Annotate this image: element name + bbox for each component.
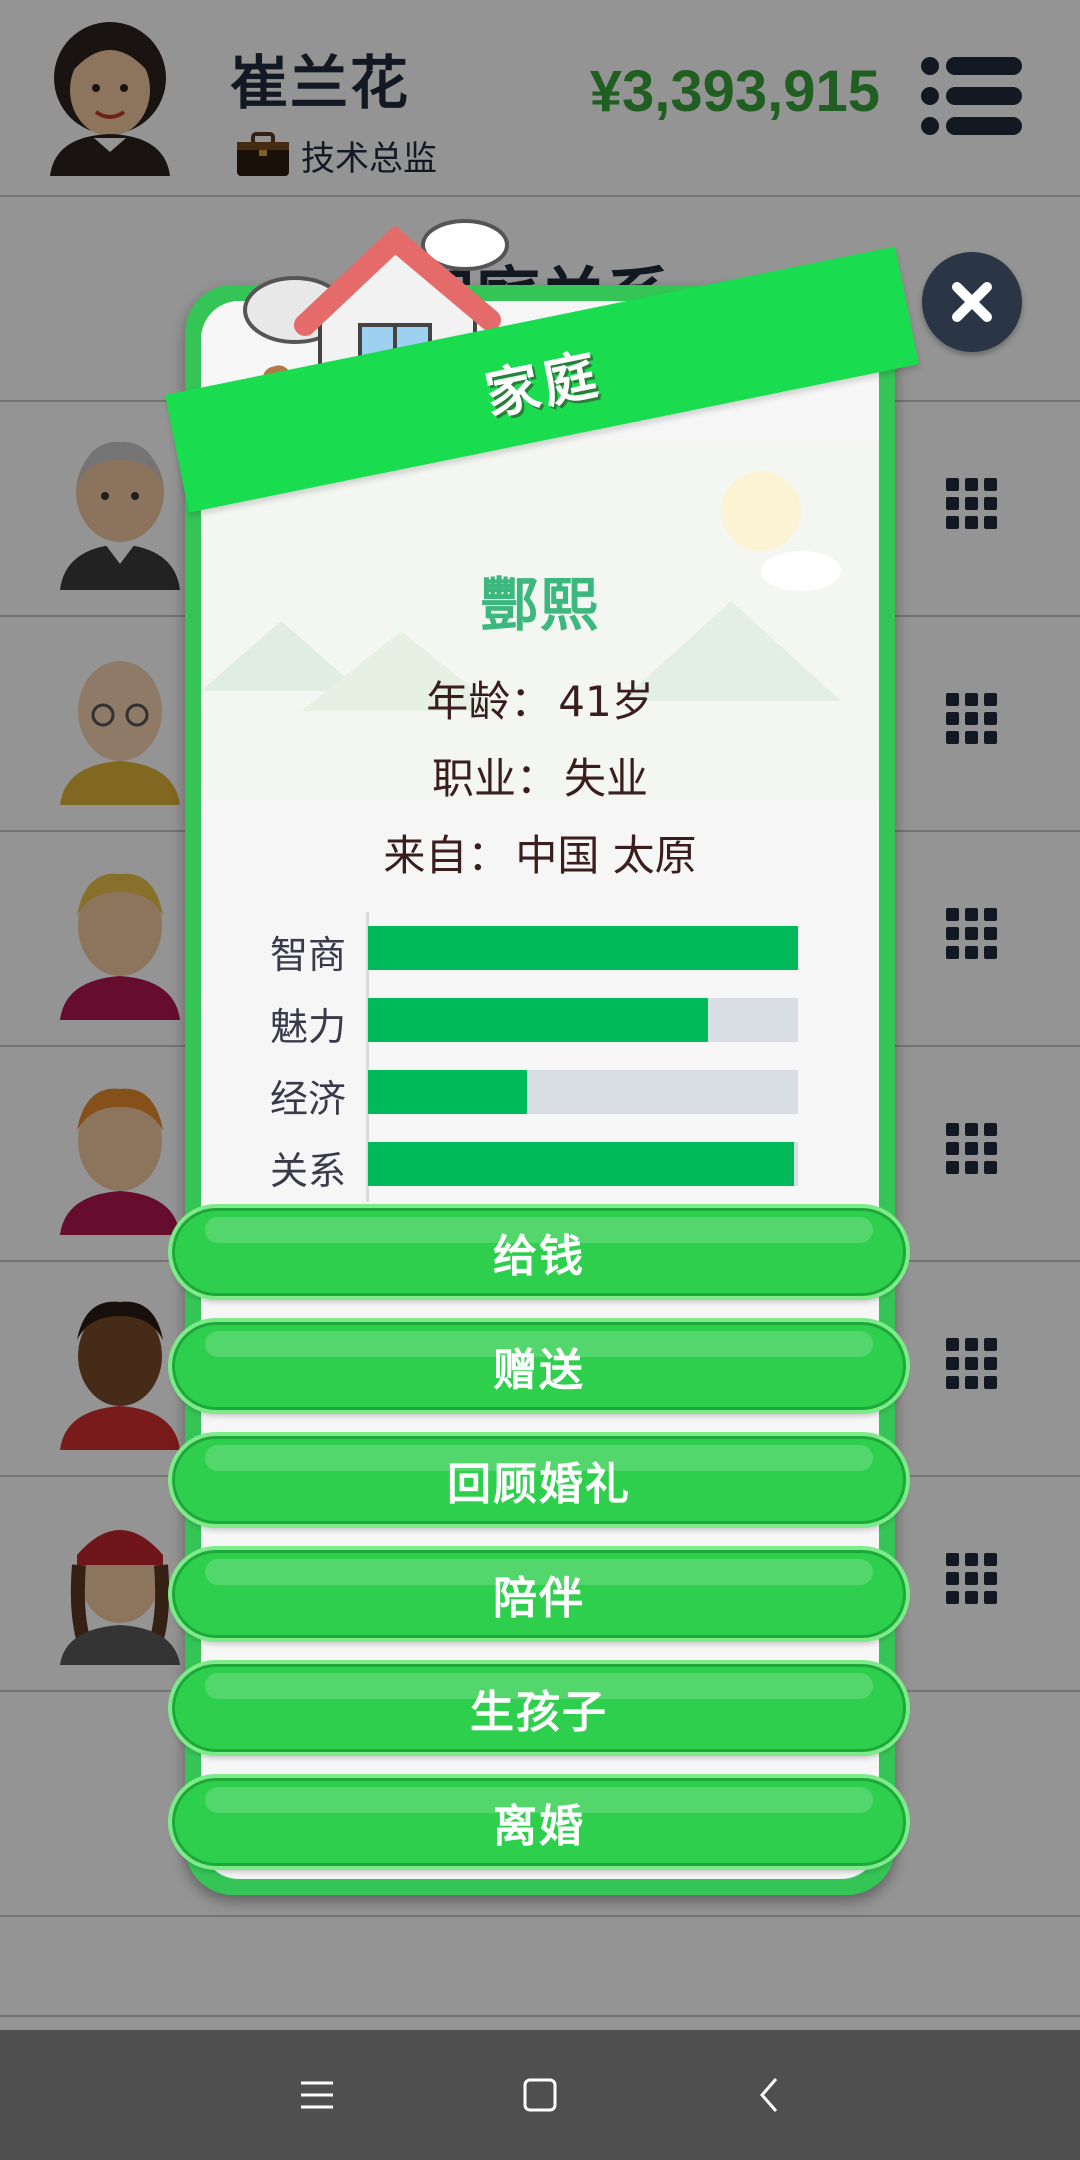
give-money-button[interactable]: 给钱 bbox=[172, 1208, 906, 1296]
stat-row-relationship: 关系 bbox=[270, 1128, 810, 1202]
give-gift-button[interactable]: 赠送 bbox=[172, 1322, 906, 1410]
origin-value: 中国 太原 bbox=[515, 831, 697, 880]
button-label: 回顾婚礼 bbox=[447, 1459, 631, 1510]
age-value: 41岁 bbox=[558, 677, 654, 726]
stat-bar-fill bbox=[368, 1142, 794, 1186]
button-label: 生孩子 bbox=[470, 1687, 608, 1738]
button-label: 离婚 bbox=[493, 1801, 585, 1852]
stat-row-charm: 魅力 bbox=[270, 984, 810, 1058]
stat-bar-fill bbox=[368, 1070, 528, 1114]
divorce-button[interactable]: 离婚 bbox=[172, 1778, 906, 1866]
have-child-button[interactable]: 生孩子 bbox=[172, 1664, 906, 1752]
stat-bar-track bbox=[368, 926, 798, 970]
nav-menu-button[interactable] bbox=[282, 2060, 352, 2130]
stat-bar-track bbox=[368, 1142, 798, 1186]
screen: 崔兰花 技术总监 ¥3,393,915 家庭关系 bbox=[0, 0, 1080, 2160]
person-name: 酆熙 bbox=[479, 571, 600, 639]
stat-label: 魅力 bbox=[270, 1005, 347, 1049]
close-button[interactable] bbox=[922, 252, 1022, 352]
stat-label: 智商 bbox=[270, 933, 347, 977]
nav-back-button[interactable] bbox=[734, 2060, 804, 2130]
job-value: 失业 bbox=[564, 754, 649, 803]
button-label: 给钱 bbox=[493, 1231, 585, 1282]
button-label: 赠送 bbox=[493, 1345, 585, 1396]
home-square-icon bbox=[523, 2078, 557, 2112]
origin-label: 来自： bbox=[383, 831, 510, 880]
stat-row-iq: 智商 bbox=[270, 912, 810, 986]
stat-row-economy: 经济 bbox=[270, 1056, 810, 1130]
job-line: 职业： 失业 bbox=[185, 745, 895, 806]
origin-line: 来自： 中国 太原 bbox=[185, 822, 895, 883]
close-icon bbox=[952, 282, 992, 322]
stat-bar-fill bbox=[368, 998, 708, 1042]
back-chevron-icon bbox=[760, 2078, 778, 2112]
button-label: 陪伴 bbox=[493, 1573, 585, 1624]
age-line: 年龄： 41岁 bbox=[185, 668, 895, 729]
job-label: 职业： bbox=[431, 754, 558, 803]
stat-bar-track bbox=[368, 998, 798, 1042]
review-wedding-button[interactable]: 回顾婚礼 bbox=[172, 1436, 906, 1524]
age-label: 年龄： bbox=[426, 677, 553, 726]
stat-bar-fill bbox=[368, 926, 798, 970]
stat-label: 经济 bbox=[270, 1077, 347, 1121]
system-nav-bar bbox=[0, 2030, 1080, 2160]
stat-bar-track bbox=[368, 1070, 798, 1114]
stat-label: 关系 bbox=[270, 1149, 347, 1193]
accompany-button[interactable]: 陪伴 bbox=[172, 1550, 906, 1638]
nav-home-button[interactable] bbox=[505, 2060, 575, 2130]
hamburger-icon bbox=[301, 2081, 333, 2109]
